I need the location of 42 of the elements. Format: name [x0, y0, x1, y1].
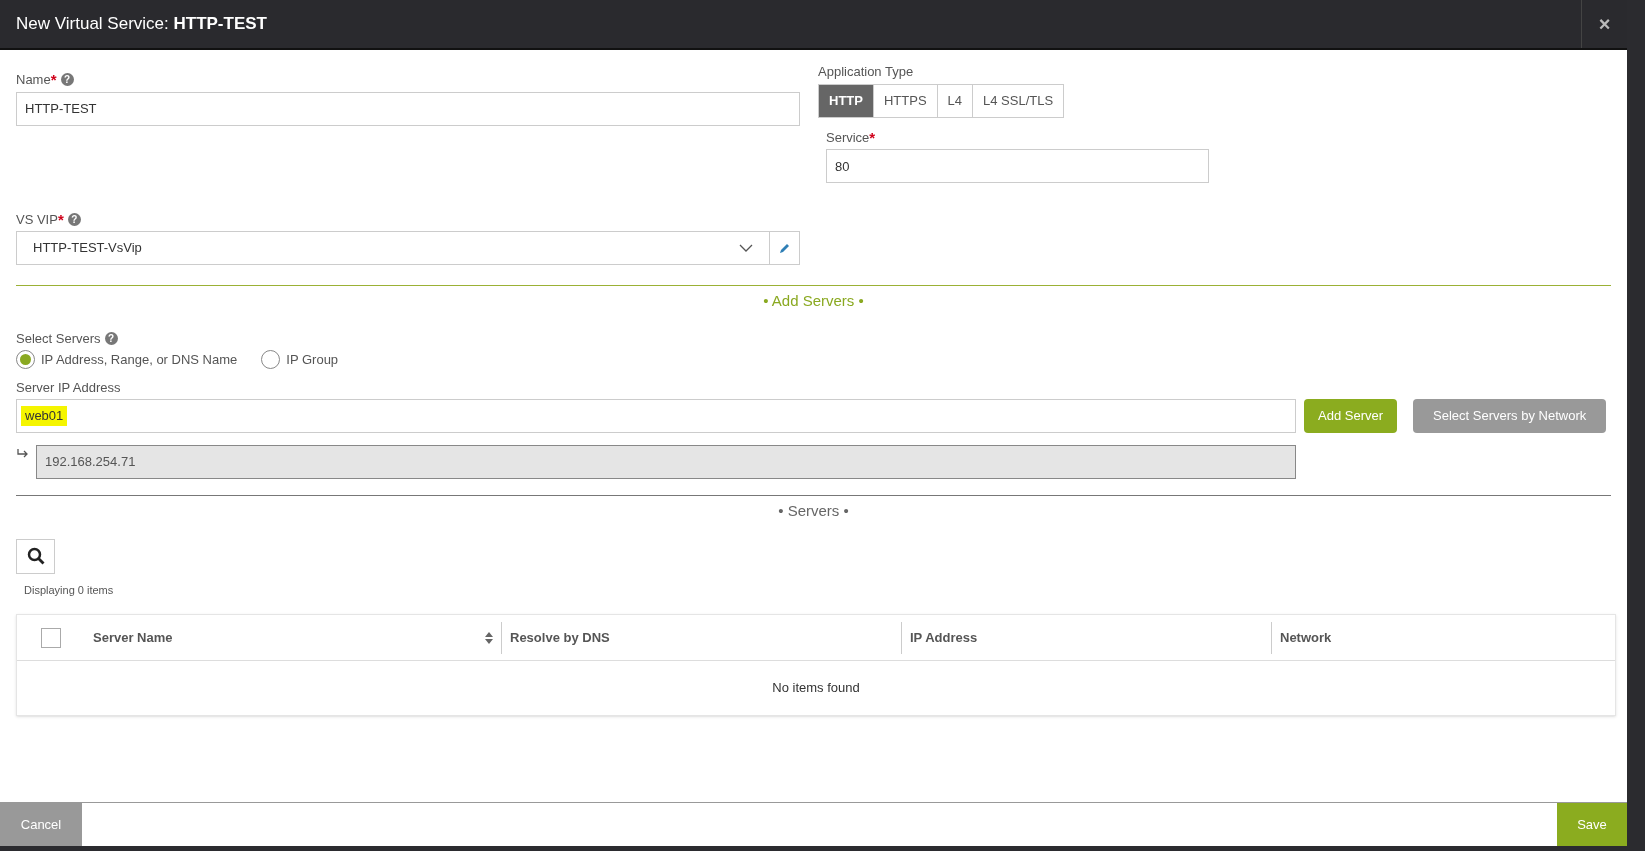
- field-label: Name: [16, 71, 51, 89]
- column-header[interactable]: Network: [1280, 627, 1332, 648]
- application-type-tab[interactable]: HTTPS: [872, 83, 938, 118]
- server-ip-input[interactable]: web01: [16, 399, 1296, 433]
- return-arrow-icon: [16, 449, 30, 459]
- field-label: Server IP Address: [16, 378, 121, 397]
- chevron-down-icon: [739, 244, 753, 252]
- application-type-tab[interactable]: L4: [936, 83, 974, 118]
- required-asterisk: *: [50, 72, 57, 88]
- empty-message: No items found: [772, 679, 860, 698]
- column-header[interactable]: Resolve by DNS: [510, 627, 610, 648]
- search-icon: [26, 547, 45, 565]
- name-input[interactable]: HTTP-TEST: [16, 91, 800, 126]
- resolved-ip-field: 192.168.254.71: [36, 445, 1296, 479]
- radio-label: IP Address, Range, or DNS Name: [41, 351, 238, 369]
- radio-label: IP Group: [286, 351, 339, 369]
- pencil-icon: [778, 241, 791, 255]
- required-asterisk: *: [57, 211, 64, 227]
- help-icon[interactable]: ?: [104, 331, 118, 345]
- field-label: Service: [826, 128, 870, 147]
- help-icon[interactable]: ?: [67, 212, 81, 226]
- column-header[interactable]: IP Address: [910, 627, 978, 648]
- application-type-tab[interactable]: L4 SSL/TLS: [972, 83, 1065, 118]
- help-icon[interactable]: ?: [60, 73, 74, 87]
- select-all-checkbox[interactable]: [41, 627, 61, 648]
- dialog-title: New Virtual Service: HTTP-TEST: [15, 13, 267, 36]
- field-label: Application Type: [818, 63, 915, 81]
- sort-icon: [485, 631, 493, 644]
- vs-vip-dropdown[interactable]: HTTP-TEST-VsVip: [16, 231, 770, 265]
- column-header[interactable]: Server Name: [93, 627, 173, 648]
- section-heading: • Servers •: [777, 501, 850, 521]
- input-value: web01: [21, 406, 68, 426]
- close-button[interactable]: ×: [1581, 0, 1627, 48]
- section-heading: • Add Servers •: [762, 291, 865, 311]
- service-input[interactable]: 80: [826, 149, 1209, 183]
- required-asterisk: *: [869, 129, 876, 145]
- application-type-tab[interactable]: HTTP: [818, 83, 874, 118]
- item-count: Displaying 0 items: [24, 582, 115, 598]
- search-button[interactable]: [16, 538, 55, 574]
- field-label: VS VIP: [16, 210, 58, 229]
- field-label: Select Servers: [16, 329, 101, 348]
- edit-button[interactable]: [770, 231, 800, 265]
